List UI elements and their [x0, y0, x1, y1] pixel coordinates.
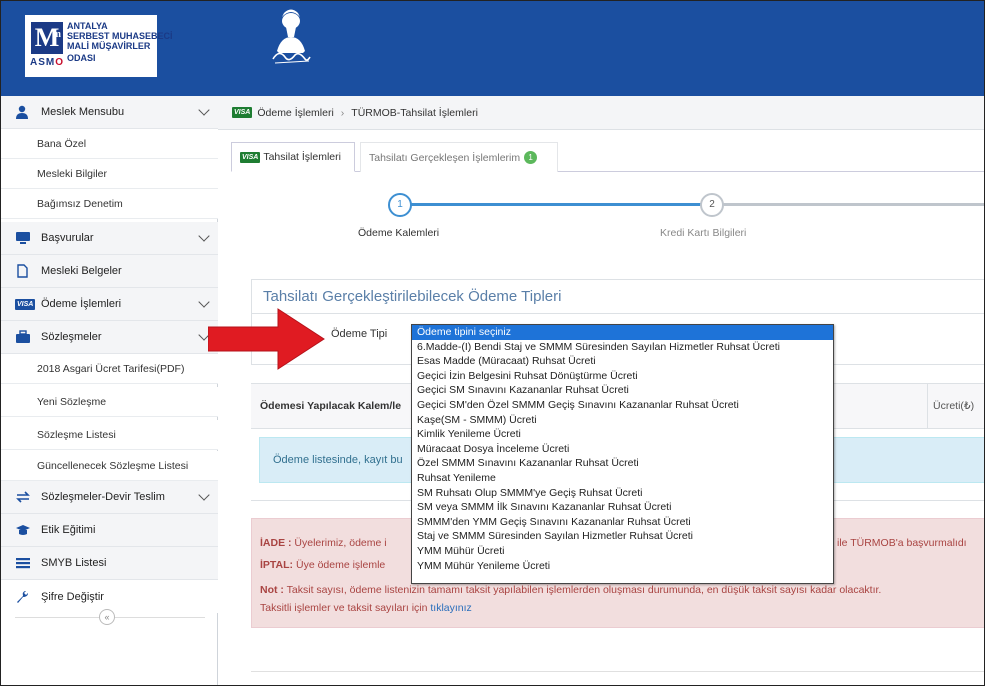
sidebar-subitem-bagimsiz-denetim[interactable]: Bağımsız Denetim [1, 189, 218, 219]
visa-icon: VISA [15, 299, 36, 310]
sidebar-item-label: Mesleki Belgeler [41, 265, 122, 277]
sidebar-subitem-mesleki-bilgiler[interactable]: Mesleki Bilgiler [1, 159, 218, 189]
dropdown-option[interactable]: Geçici SM'den Özel SMMM Geçiş Sınavını K… [412, 398, 833, 413]
monitor-icon [15, 231, 31, 245]
dropdown-option[interactable]: Kaşe(SM - SMMM) Ücreti [412, 413, 833, 428]
sidebar-item-label: Başvurular [41, 232, 94, 244]
chevron-down-icon [198, 230, 210, 242]
sidebar-item-smyb-listesi[interactable]: SMYB Listesi [1, 547, 218, 580]
sidebar-item-label: Sözleşmeler [41, 331, 102, 343]
sidebar-subitem-yeni-sozlesme[interactable]: Yeni Sözleşme [1, 387, 218, 417]
notice-iade: İADE : Üyelerimiz, ödeme i [260, 537, 387, 549]
dropdown-option[interactable]: Staj ve SMMM Süresinden Sayılan Hizmetle… [412, 529, 833, 544]
sidebar-item-label: SMYB Listesi [41, 557, 107, 569]
tab-tahsilati-gerceklesen[interactable]: Tahsilatı Gerçekleşen İşlemlerim 1 [360, 142, 558, 172]
notice-taksit: Taksitli işlemler ve taksit sayıları içi… [260, 602, 472, 614]
dropdown-option[interactable]: YMM Mühür Ücreti [412, 544, 833, 559]
breadcrumb-item-turmob: TÜRMOB-Tahsilat İşlemleri [351, 106, 478, 119]
dropdown-option[interactable]: Geçici İzin Belgesini Ruhsat Dönüştürme … [412, 369, 833, 384]
step-remaining-line [723, 203, 984, 206]
briefcase-icon [15, 330, 31, 344]
column-header-items: Ödemesi Yapılacak Kalem/le [260, 400, 402, 412]
sidebar-item-label: Şifre Değiştir [41, 590, 104, 603]
sidebar-item-label: Etik Eğitimi [41, 524, 96, 536]
taksit-link[interactable]: tıklayınız [430, 602, 471, 614]
dropdown-option[interactable]: SMMM'den YMM Geçiş Sınavını Kazananlar R… [412, 515, 833, 530]
sidebar-item-mesleki-belgeler[interactable]: Mesleki Belgeler [1, 255, 218, 288]
chevron-down-icon [198, 296, 210, 308]
notice-iptal: İPTAL: Üye ödeme işlemle [260, 559, 386, 571]
visa-icon: VISA [232, 107, 253, 118]
column-header-price: Ücreti(₺) [933, 400, 975, 412]
step-1-label: Ödeme Kalemleri [358, 227, 440, 239]
sidebar-subitem-asgari-ucret-tarifesi[interactable]: 2018 Asgari Ücret Tarifesi(PDF) [1, 354, 218, 384]
step-2-indicator: 2 [700, 193, 724, 217]
step-progress-line [411, 203, 701, 206]
sidebar: Meslek Mensubu Bana Özel Mesleki Bilgile… [1, 96, 218, 685]
sidebar-item-sozlesmeler[interactable]: Sözleşmeler [1, 321, 218, 354]
sidebar-subitem-bana-ozel[interactable]: Bana Özel [1, 129, 218, 159]
dropdown-option[interactable]: Geçici SM Sınavını Kazananlar Ruhsat Ücr… [412, 383, 833, 398]
logo-mark: Mm [31, 22, 63, 54]
step-1-indicator: 1 [388, 193, 412, 217]
dropdown-option[interactable]: Özel SMMM Sınavını Kazananlar Ruhsat Ücr… [412, 456, 833, 471]
dropdown-option[interactable]: SM veya SMMM İlk Sınavını Kazananlar Ruh… [412, 500, 833, 515]
breadcrumb: VISA Ödeme İşlemleri › TÜRMOB-Tahsilat İ… [218, 96, 984, 130]
logo-asmo-text: ASMO [30, 57, 65, 68]
chevron-down-icon [198, 104, 210, 116]
count-badge: 1 [524, 151, 538, 164]
payment-type-dropdown[interactable]: Ödeme tipini seçiniz 6.Madde-(I) Bendi S… [411, 324, 834, 584]
dropdown-option[interactable]: 6.Madde-(I) Bendi Staj ve SMMM Süresinde… [412, 340, 833, 355]
info-alert-text: Ödeme listesinde, kayıt bu [273, 454, 403, 466]
sidebar-item-basvurular[interactable]: Başvurular [1, 222, 218, 255]
transfer-icon [15, 490, 31, 504]
page-footer-divider [251, 671, 984, 672]
sidebar-item-sozlesmeler-devir-teslim[interactable]: Sözleşmeler-Devir Teslim [1, 481, 218, 514]
tab-tahsilat-islemleri[interactable]: VISA Tahsilat İşlemleri [231, 142, 355, 172]
sidebar-item-etik-egitimi[interactable]: Etik Eğitimi [1, 514, 218, 547]
dropdown-option[interactable]: Kimlik Yenileme Ücreti [412, 427, 833, 442]
graduation-cap-icon [15, 523, 31, 537]
panel-title: Tahsilatı Gerçekleştirilebilecek Ödeme T… [263, 288, 562, 305]
wrench-icon [15, 590, 31, 604]
logo-org-name: ANTALYA SERBEST MUHASEBECİ MALİ MÜŞAVİRL… [67, 21, 173, 63]
list-icon [15, 556, 31, 570]
chevron-down-icon [198, 489, 210, 501]
tab-bar: VISA Tahsilat İşlemleri Tahsilatı Gerçek… [231, 142, 984, 172]
notice-iade-tail: ile TÜRMOB'a başvurmalıdı [837, 537, 967, 549]
red-arrow-annotation-icon [208, 308, 325, 370]
asmo-logo[interactable]: Mm ASMO ANTALYA SERBEST MUHASEBECİ MALİ … [25, 15, 173, 77]
sidebar-collapse-button[interactable]: « [99, 609, 115, 625]
step-2-label: Kredi Kartı Bilgileri [660, 227, 747, 239]
document-icon [15, 264, 31, 278]
app-window: Mm ASMO ANTALYA SERBEST MUHASEBECİ MALİ … [0, 0, 985, 686]
sidebar-item-sifre-degistir[interactable]: Şifre Değiştir [1, 580, 218, 613]
dropdown-option[interactable]: YMM Mühür Yenileme Ücreti [412, 559, 833, 574]
breadcrumb-item-odeme-islemleri[interactable]: Ödeme İşlemleri [257, 107, 333, 119]
ataturk-portrait-icon [272, 9, 311, 64]
sidebar-item-odeme-islemleri[interactable]: VISA Ödeme İşlemleri [1, 288, 218, 321]
sidebar-item-label: Ödeme İşlemleri [41, 298, 122, 310]
notice-not: Not : Taksit sayısı, ödeme listenizin ta… [260, 584, 882, 596]
dropdown-option[interactable]: SM Ruhsatı Olup SMMM'ye Geçiş Ruhsat Ücr… [412, 486, 833, 501]
dropdown-option[interactable]: Müracaat Dosya İnceleme Ücreti [412, 442, 833, 457]
payment-type-label: Ödeme Tipi [331, 328, 388, 340]
visa-icon: VISA [240, 151, 261, 163]
dropdown-option[interactable]: Ödeme tipini seçiniz [412, 325, 833, 340]
user-icon [15, 105, 31, 119]
dropdown-option[interactable]: Esas Madde (Müracaat) Ruhsat Ücreti [412, 354, 833, 369]
breadcrumb-separator: › [340, 106, 345, 119]
sidebar-subitem-guncellenecek-sozlesme-listesi[interactable]: Güncellenecek Sözleşme Listesi [1, 451, 218, 481]
sidebar-item-meslek-mensubu[interactable]: Meslek Mensubu [1, 96, 218, 129]
column-divider [927, 384, 928, 428]
dropdown-option[interactable]: Ruhsat Yenileme [412, 471, 833, 486]
sidebar-subitem-sozlesme-listesi[interactable]: Sözleşme Listesi [1, 420, 218, 450]
sidebar-item-label: Meslek Mensubu [41, 106, 125, 118]
top-header: Mm ASMO ANTALYA SERBEST MUHASEBECİ MALİ … [1, 1, 984, 96]
sidebar-item-label: Sözleşmeler-Devir Teslim [41, 491, 165, 503]
panel-divider [251, 313, 984, 314]
